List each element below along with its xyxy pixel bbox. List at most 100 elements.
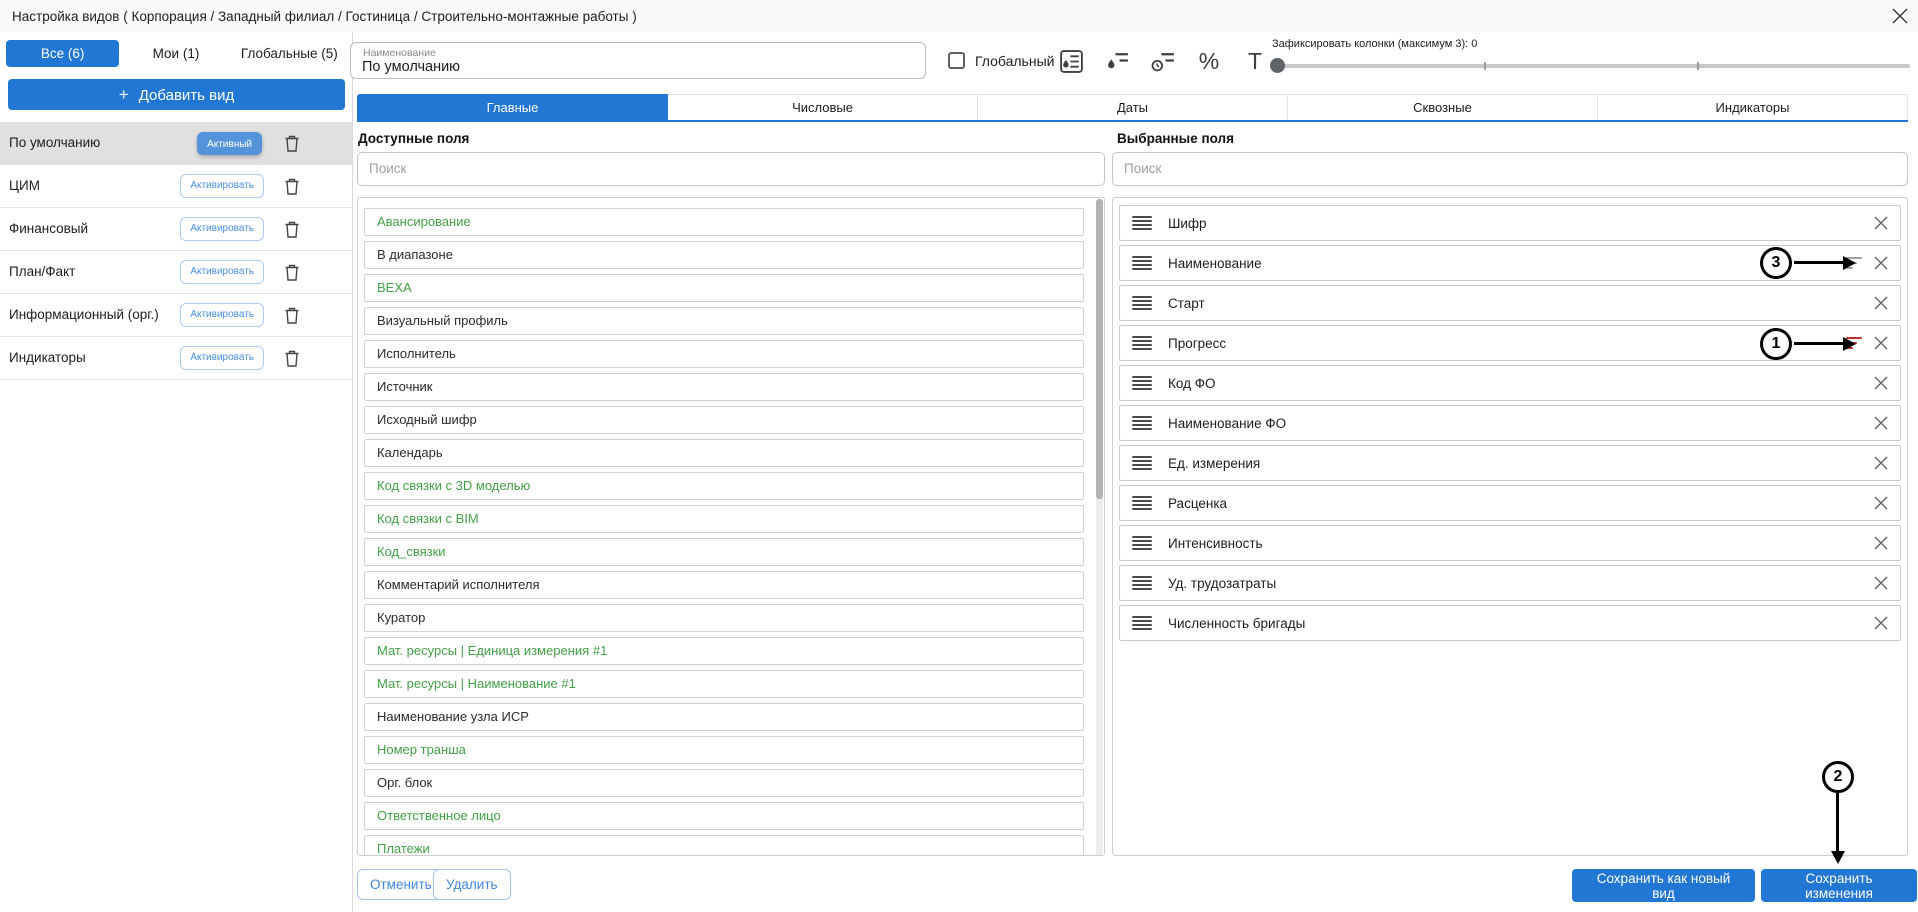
drag-handle-icon[interactable]: [1132, 376, 1152, 390]
view-row[interactable]: По умолчанию Активный: [0, 122, 352, 165]
view-activate-button[interactable]: Активировать: [180, 174, 264, 198]
percent-icon[interactable]: %: [1194, 46, 1224, 76]
available-field-row[interactable]: ВЕХА: [364, 274, 1084, 302]
remove-field-icon[interactable]: [1872, 374, 1890, 392]
view-row[interactable]: Индикаторы Активировать: [0, 337, 352, 380]
remove-field-icon[interactable]: [1872, 294, 1890, 312]
selected-field-row[interactable]: Численность бригады: [1119, 605, 1901, 641]
text-format-icon[interactable]: T: [1240, 46, 1270, 76]
available-field-row[interactable]: Визуальный профиль: [364, 307, 1084, 335]
available-field-row[interactable]: Исполнитель: [364, 340, 1084, 368]
available-field-row[interactable]: Куратор: [364, 604, 1084, 632]
delete-button[interactable]: Удалить: [433, 869, 511, 900]
remove-field-icon[interactable]: [1872, 614, 1890, 632]
available-search-input[interactable]: [369, 161, 1040, 176]
remove-field-icon[interactable]: [1872, 214, 1890, 232]
available-field-row[interactable]: Мат. ресурсы | Наименование #1: [364, 670, 1084, 698]
freeze-columns-slider[interactable]: [1272, 64, 1910, 68]
available-field-row[interactable]: Авансирование: [364, 208, 1084, 236]
fields-tab[interactable]: Индикаторы: [1598, 94, 1908, 120]
drag-handle-icon[interactable]: [1132, 616, 1152, 630]
available-field-row[interactable]: Номер транша: [364, 736, 1084, 764]
remove-field-icon[interactable]: [1872, 574, 1890, 592]
remove-field-icon[interactable]: [1872, 414, 1890, 432]
trash-icon[interactable]: [284, 350, 300, 367]
trash-icon[interactable]: [284, 135, 300, 152]
remove-field-icon[interactable]: [1872, 534, 1890, 552]
available-field-row[interactable]: Наименование узла ИСР: [364, 703, 1084, 731]
available-field-row[interactable]: Код связки с BIM: [364, 505, 1084, 533]
drag-handle-icon[interactable]: [1132, 296, 1152, 310]
save-changes-button[interactable]: Сохранить изменения: [1761, 869, 1917, 902]
view-activate-button[interactable]: Активировать: [180, 217, 264, 241]
fill-rows-icon[interactable]: [1056, 46, 1086, 76]
view-name-input[interactable]: [362, 59, 912, 75]
available-scrollbar[interactable]: [1096, 199, 1103, 856]
sidebar-tab[interactable]: Мои (1): [119, 40, 232, 67]
trash-icon[interactable]: [284, 221, 300, 238]
remove-field-icon[interactable]: [1872, 334, 1890, 352]
available-field-row[interactable]: В диапазоне: [364, 241, 1084, 269]
available-field-row[interactable]: Код_связки: [364, 538, 1084, 566]
view-name: Индикаторы: [9, 350, 86, 365]
remove-field-icon[interactable]: [1872, 494, 1890, 512]
drag-handle-icon[interactable]: [1132, 456, 1152, 470]
available-field-row[interactable]: Комментарий исполнителя: [364, 571, 1084, 599]
view-row[interactable]: План/Факт Активировать: [0, 251, 352, 294]
close-icon[interactable]: [1888, 4, 1912, 28]
view-activate-button[interactable]: Активный: [197, 132, 262, 155]
available-field-row[interactable]: Код связки с 3D моделью: [364, 472, 1084, 500]
selected-field-row[interactable]: Ед. измерения: [1119, 445, 1901, 481]
fields-tab[interactable]: Числовые: [668, 94, 978, 120]
sidebar-tab[interactable]: Глобальные (5): [233, 40, 346, 67]
trash-icon[interactable]: [284, 178, 300, 195]
drag-handle-icon[interactable]: [1132, 536, 1152, 550]
fill-dashes-icon[interactable]: [1102, 46, 1132, 76]
available-field-row[interactable]: Мат. ресурсы | Единица измерения #1: [364, 637, 1084, 665]
slider-knob[interactable]: [1270, 58, 1285, 73]
remove-field-icon[interactable]: [1872, 254, 1890, 272]
global-checkbox[interactable]: [948, 52, 965, 69]
drag-handle-icon[interactable]: [1132, 216, 1152, 230]
drag-handle-icon[interactable]: [1132, 496, 1152, 510]
scrollbar-thumb[interactable]: [1096, 199, 1103, 499]
available-field-row[interactable]: Ответственное лицо: [364, 802, 1084, 830]
selected-field-row[interactable]: Расценка: [1119, 485, 1901, 521]
view-row[interactable]: Финансовый Активировать: [0, 208, 352, 251]
available-field-row[interactable]: Платежи: [364, 835, 1084, 856]
save-as-new-view-button[interactable]: Сохранить как новый вид: [1572, 869, 1755, 902]
available-field-row[interactable]: Орг. блок: [364, 769, 1084, 797]
drag-handle-icon[interactable]: [1132, 256, 1152, 270]
view-activate-button[interactable]: Активировать: [180, 303, 264, 327]
selected-field-row[interactable]: Шифр: [1119, 205, 1901, 241]
selected-field-row[interactable]: Уд. трудозатраты: [1119, 565, 1901, 601]
view-row[interactable]: Информационный (орг.) Активировать: [0, 294, 352, 337]
view-activate-button[interactable]: Активировать: [180, 260, 264, 284]
freeze-columns-label: Зафиксировать колонки (максимум 3): 0: [1272, 38, 1910, 50]
remove-field-icon[interactable]: [1872, 454, 1890, 472]
global-checkbox-group: Глобальный: [948, 52, 1054, 69]
add-view-button[interactable]: +Добавить вид: [8, 79, 345, 110]
available-field-row[interactable]: Календарь: [364, 439, 1084, 467]
available-field-row[interactable]: Исходный шифр: [364, 406, 1084, 434]
sidebar-tab[interactable]: Все (6): [6, 40, 119, 67]
trash-icon[interactable]: [284, 264, 300, 281]
drag-handle-icon[interactable]: [1132, 416, 1152, 430]
drag-handle-icon[interactable]: [1132, 336, 1152, 350]
fields-tab[interactable]: Сквозные: [1288, 94, 1598, 120]
fields-tab[interactable]: Главные: [357, 94, 668, 120]
trash-icon[interactable]: [284, 307, 300, 324]
selected-field-row[interactable]: Старт: [1119, 285, 1901, 321]
drag-handle-icon[interactable]: [1132, 576, 1152, 590]
selected-field-row[interactable]: Наименование ФО: [1119, 405, 1901, 441]
available-field-row[interactable]: Источник: [364, 373, 1084, 401]
selected-search-input[interactable]: [1124, 161, 1839, 176]
fields-tab[interactable]: Даты: [978, 94, 1288, 120]
selected-fields-list: Шифр Наименование Старт Прогресс Код ФО: [1112, 197, 1908, 856]
view-activate-button[interactable]: Активировать: [180, 346, 264, 370]
selected-field-row[interactable]: Интенсивность: [1119, 525, 1901, 561]
selected-field-row[interactable]: Код ФО: [1119, 365, 1901, 401]
view-row[interactable]: ЦИМ Активировать: [0, 165, 352, 208]
cancel-button[interactable]: Отменить: [357, 869, 445, 900]
clock-dashes-icon[interactable]: [1148, 46, 1178, 76]
